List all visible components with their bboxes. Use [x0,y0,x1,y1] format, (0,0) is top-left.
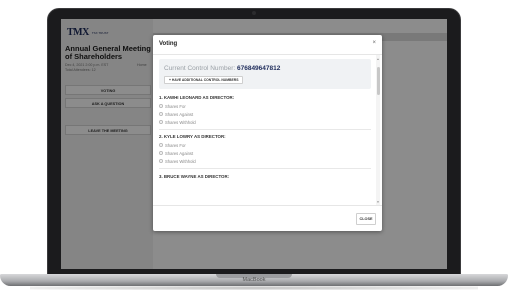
radio-icon[interactable] [159,112,163,116]
question-title: 1. KAWHI LEONARD AS DIRECTOR: [159,95,235,100]
question-item: 3. BRUCE WAYNE AS DIRECTOR: [159,174,369,181]
divider [159,168,371,169]
vote-option[interactable]: Shares Against [159,149,369,157]
radio-icon[interactable] [159,143,163,147]
scrollbar-thumb[interactable] [376,67,380,95]
question-item: 2. KYLE LOWRY AS DIRECTOR: Shares For Sh… [159,134,369,165]
close-button[interactable]: CLOSE [356,213,376,225]
radio-icon[interactable] [159,159,163,163]
vote-option-label: Shares For [165,103,186,109]
question-title: 2. KYLE LOWRY AS DIRECTOR: [159,134,226,139]
vote-option[interactable]: Shares For [159,141,369,149]
chevron-up-icon[interactable]: ▲ [376,57,380,61]
voting-modal: Voting × Current Control Number: 6768496… [153,35,382,231]
modal-scrollbar[interactable]: ▲ ▼ [376,55,380,205]
question-item: 1. KAWHI LEONARD AS DIRECTOR: Shares For… [159,95,369,126]
control-number-value: 676849647812 [236,65,281,72]
vote-option-label: Shares Withhold [165,158,196,164]
vote-option[interactable]: Shares For [159,102,369,110]
vote-option-label: Shares For [165,142,186,148]
control-number-panel: Current Control Number: 676849647812 + H… [159,59,371,89]
close-icon[interactable]: × [372,40,376,46]
modal-body: Current Control Number: 676849647812 + H… [153,55,382,205]
radio-icon[interactable] [159,104,163,108]
control-number-label: Current Control Number: 676849647812 [164,65,280,72]
radio-icon[interactable] [159,120,163,124]
control-number-caption: Current Control Number: [164,65,236,72]
chevron-down-icon[interactable]: ▼ [376,200,380,204]
vote-option-label: Shares Against [165,150,194,156]
base-shadow [30,286,478,290]
modal-footer: CLOSE [153,205,382,231]
vote-option[interactable]: Shares Withhold [159,118,369,126]
question-title: 3. BRUCE WAYNE AS DIRECTOR: [159,174,230,179]
laptop-screen: TMX TSX TRUST Annual General Meeting of … [61,19,447,269]
modal-title: Voting [159,41,178,47]
modal-header: Voting × [153,35,382,55]
vote-option[interactable]: Shares Withhold [159,157,369,165]
vote-option-label: Shares Withhold [165,119,196,125]
device-brand-label: MacBook [242,277,266,283]
vote-option[interactable]: Shares Against [159,110,369,118]
add-control-numbers-button[interactable]: + HAVE ADDITIONAL CONTROL NUMBERS [164,76,244,84]
camera [252,11,256,15]
radio-icon[interactable] [159,151,163,155]
divider [159,129,371,130]
vote-option-label: Shares Against [165,111,194,117]
